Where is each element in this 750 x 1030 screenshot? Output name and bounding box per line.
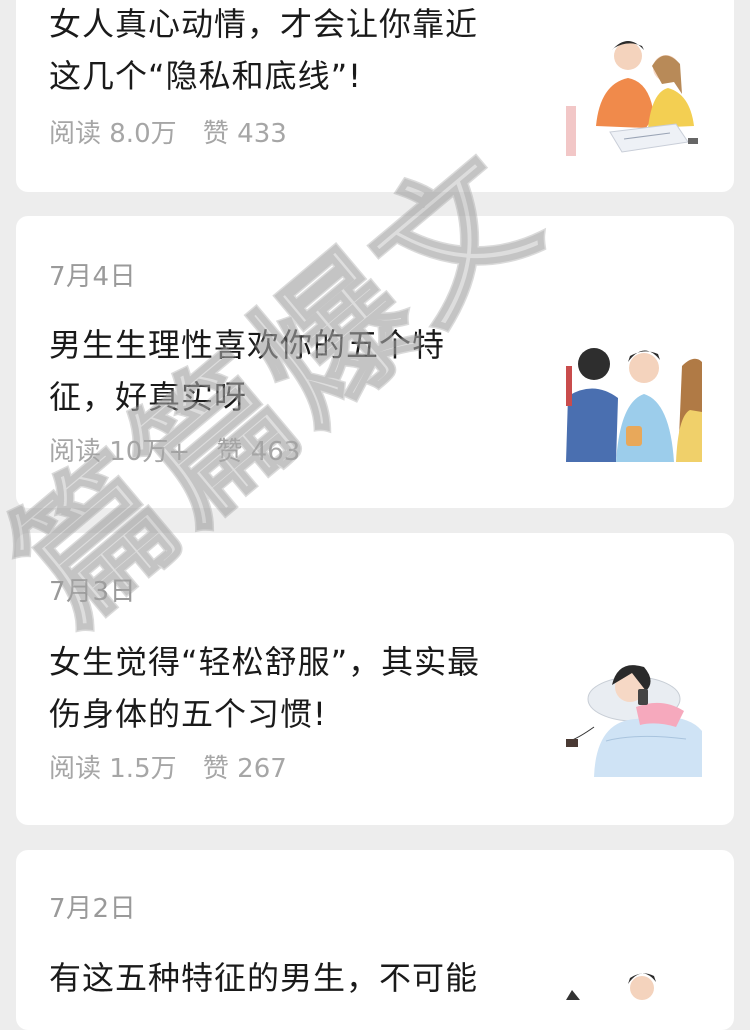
article-date: 7月2日	[49, 894, 137, 924]
article-stats: 阅读 1.5万 赞 267	[49, 748, 305, 785]
article-title-line: 女人真心动情，才会让你靠近	[49, 5, 479, 43]
article-title-line: 女生觉得“轻松舒服”，其实最	[49, 643, 481, 681]
article-title[interactable]: 有这五种特征的男生，不可能	[49, 952, 539, 1004]
article-title-line: 这几个“隐私和底线”!	[49, 57, 362, 95]
friends-group-illustration-icon[interactable]	[566, 326, 702, 462]
article-title[interactable]: 女人真心动情，才会让你靠近 这几个“隐私和底线”!	[49, 0, 539, 102]
article-card[interactable]: 7月2日 有这五种特征的男生，不可能	[16, 850, 734, 1030]
article-title[interactable]: 女生觉得“轻松舒服”，其实最 伤身体的五个习惯!	[49, 636, 539, 740]
article-card[interactable]: 7月3日 女生觉得“轻松舒服”，其实最 伤身体的五个习惯! 阅读 1.5万 赞 …	[16, 533, 734, 825]
couple-studying-illustration-icon[interactable]	[566, 36, 702, 172]
boy-portrait-illustration-icon[interactable]	[566, 960, 702, 1000]
article-card[interactable]: 女人真心动情，才会让你靠近 这几个“隐私和底线”! 阅读 8.0万 赞 433	[16, 0, 734, 192]
girl-lying-in-bed-illustration-icon[interactable]	[566, 641, 702, 777]
like-count: 赞 433	[202, 119, 287, 149]
article-title-line: 征，好真实呀	[49, 378, 248, 416]
like-count: 赞 463	[216, 437, 301, 467]
read-count: 阅读 1.5万	[49, 754, 177, 784]
article-stats: 阅读 10万+ 赞 463	[49, 431, 318, 468]
read-count: 阅读 10万+	[49, 437, 191, 467]
like-count: 赞 267	[202, 754, 287, 784]
article-title[interactable]: 男生生理性喜欢你的五个特 征，好真实呀	[49, 319, 539, 423]
article-date: 7月3日	[49, 577, 137, 607]
article-title-line: 男生生理性喜欢你的五个特	[49, 326, 446, 364]
article-title-line: 有这五种特征的男生，不可能	[49, 959, 479, 997]
article-date: 7月4日	[49, 262, 137, 292]
article-title-line: 伤身体的五个习惯!	[49, 695, 327, 733]
read-count: 阅读 8.0万	[49, 119, 177, 149]
article-card[interactable]: 7月4日 男生生理性喜欢你的五个特 征，好真实呀 阅读 10万+ 赞 463	[16, 216, 734, 508]
article-stats: 阅读 8.0万 赞 433	[49, 113, 305, 150]
